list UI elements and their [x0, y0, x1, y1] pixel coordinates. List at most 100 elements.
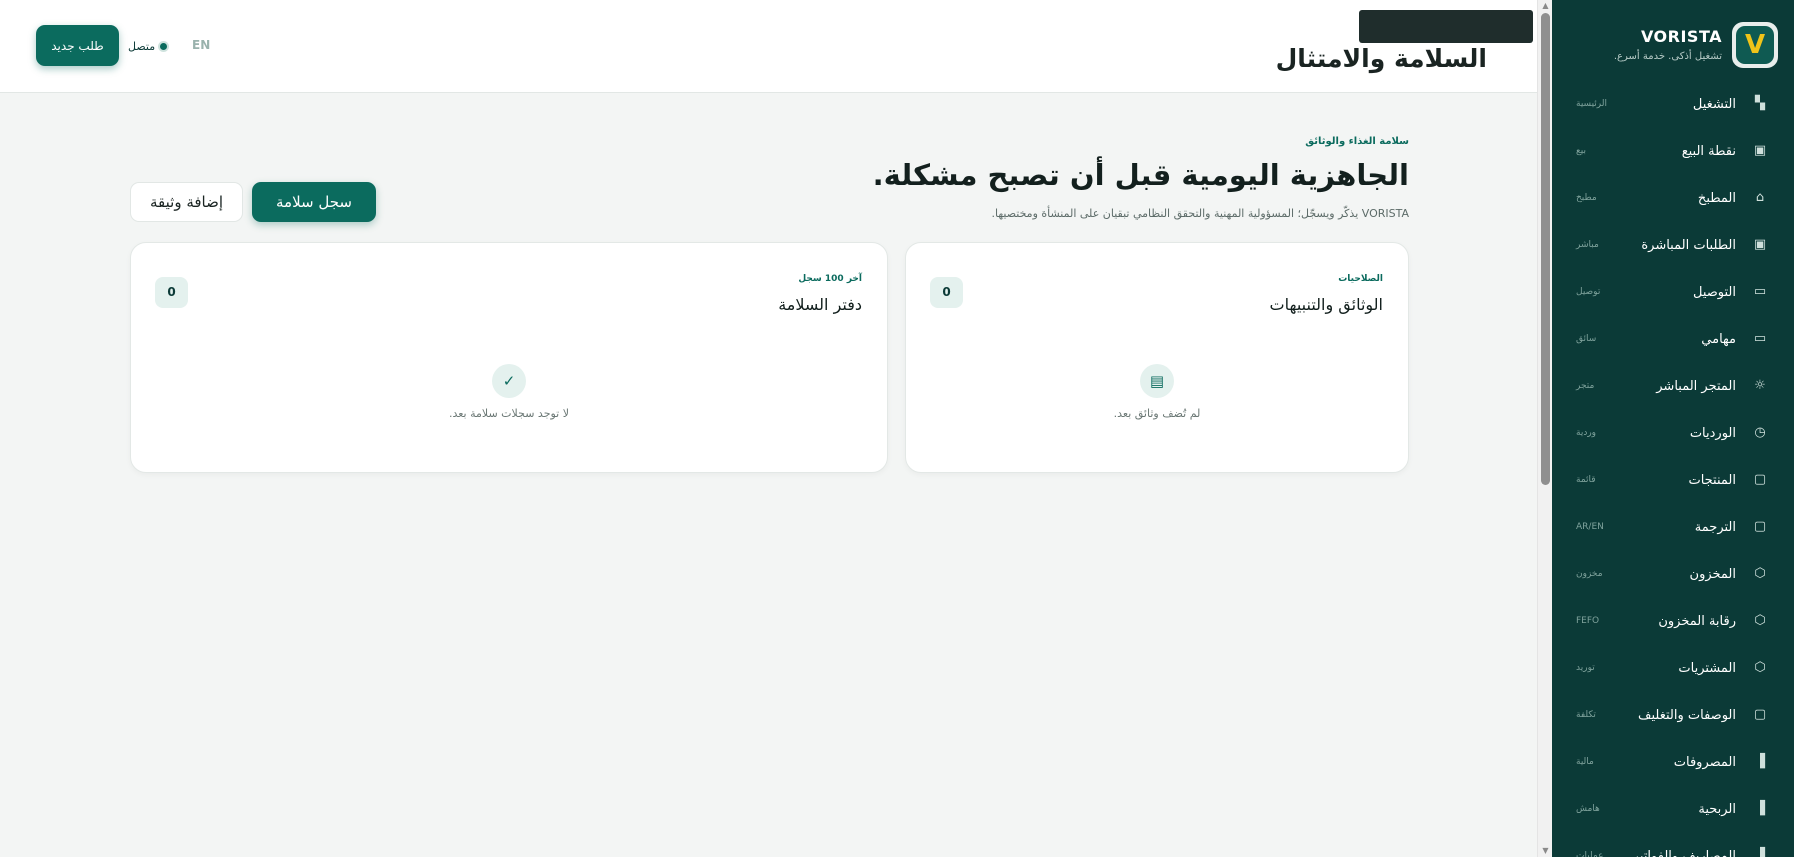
sidebar-item[interactable]: ▢ الوصفات والتغليف تكلفة	[1552, 693, 1794, 740]
sidebar-item-badge: مالية	[1576, 757, 1594, 767]
card-title: الوثائق والتنبيهات	[1269, 295, 1383, 314]
sidebar-item-label: المصروفات	[1673, 755, 1736, 770]
check-icon: ✓	[492, 364, 526, 398]
safety-log-card: آخر 100 سجل دفتر السلامة 0 ✓ لا توجد سجل…	[130, 242, 888, 473]
main-scrollbar[interactable]: ▲ ▼	[1537, 0, 1552, 857]
sidebar-item-badge: مخزون	[1576, 569, 1603, 579]
status-dot-icon	[160, 42, 168, 50]
tasks-icon: ▭	[1753, 331, 1767, 346]
sidebar-item[interactable]: ▣ نقطة البيع بيع	[1552, 129, 1794, 176]
search-input[interactable]	[1359, 10, 1533, 43]
sidebar-item-label: الربحية	[1698, 802, 1736, 817]
sidebar-item-badge: AR/EN	[1576, 522, 1604, 532]
kitchen-icon: ⌂	[1755, 190, 1765, 205]
sidebar-item[interactable]: ▚ التشغيل الرئيسية	[1552, 82, 1794, 129]
sidebar-item-badge: مطبخ	[1576, 193, 1597, 203]
add-document-button[interactable]: إضافة وثيقة	[130, 182, 243, 222]
top-header: السلامة والامتثال طلب جديد متصل EN	[0, 0, 1537, 93]
card-eyebrow: الصلاحيات	[1338, 274, 1383, 284]
store-icon: ☼	[1754, 378, 1766, 393]
section-eyebrow: سلامة الغذاء والوثائق	[1305, 136, 1409, 147]
scroll-down-icon[interactable]: ▼	[1538, 845, 1553, 857]
sidebar-item[interactable]: ⬡ المخزون مخزون	[1552, 552, 1794, 599]
count-badge: 0	[930, 277, 963, 308]
shifts-icon: ◷	[1754, 425, 1766, 440]
sidebar-item-label: المخزون	[1689, 567, 1736, 582]
brand-logo: V	[1732, 22, 1778, 68]
card-eyebrow: آخر 100 سجل	[798, 274, 862, 284]
inventory-icon: ⬡	[1754, 566, 1766, 581]
products-icon: ▢	[1753, 472, 1767, 487]
sidebar-item[interactable]: ⌂ المطبخ مطبخ	[1552, 176, 1794, 223]
sidebar-item[interactable]: ▐ المصاريف والفواتير عمليات	[1552, 834, 1794, 857]
brand-tagline: تشغيل أذكى. خدمة أسرع.	[1613, 51, 1722, 62]
sidebar-item-label: مهامي	[1701, 332, 1736, 347]
sidebar-item[interactable]: ▣ الطلبات المباشرة مباشر	[1552, 223, 1794, 270]
sidebar-item-label: نقطة البيع	[1681, 144, 1736, 159]
sidebar-item-badge: هامش	[1576, 804, 1600, 814]
sidebar-item[interactable]: ☼ المتجر المباشر متجر	[1552, 364, 1794, 411]
sidebar-item[interactable]: ▢ الترجمة AR/EN	[1552, 505, 1794, 552]
sidebar-item[interactable]: ▭ مهامي سائق	[1552, 317, 1794, 364]
sidebar: V VORISTA تشغيل أذكى. خدمة أسرع. ▚ التشغي…	[1552, 0, 1794, 857]
sidebar-item-badge: توريد	[1576, 663, 1595, 673]
page-title: السلامة والامتثال	[1275, 44, 1487, 73]
sidebar-item[interactable]: ◷ الورديات وردية	[1552, 411, 1794, 458]
bills-icon: ▐	[1755, 848, 1765, 857]
sidebar-item[interactable]: ▐ الربحية هامش	[1552, 787, 1794, 834]
translation-icon: ▢	[1753, 519, 1767, 534]
brand[interactable]: V VORISTA تشغيل أذكى. خدمة أسرع.	[1568, 20, 1778, 70]
brand-name: VORISTA	[1640, 27, 1722, 46]
live-orders-icon: ▣	[1753, 237, 1767, 252]
sidebar-item[interactable]: ▐ المصروفات مالية	[1552, 740, 1794, 787]
sidebar-item-badge: تكلفة	[1576, 710, 1596, 720]
sidebar-item-label: المصاريف والفواتير	[1632, 849, 1736, 857]
sidebar-item-label: المنتجات	[1688, 473, 1736, 488]
sidebar-item-badge: عمليات	[1576, 851, 1604, 857]
card-title: دفتر السلامة	[778, 295, 862, 314]
recipes-icon: ▢	[1753, 707, 1767, 722]
dashboard-icon: ▚	[1755, 96, 1765, 111]
status-label: متصل	[128, 39, 156, 53]
sidebar-item-label: المشتريات	[1678, 661, 1736, 676]
connection-status: متصل	[128, 39, 168, 53]
sidebar-item-badge: قائمة	[1576, 475, 1596, 485]
sidebar-item-badge: الرئيسية	[1576, 99, 1607, 109]
documents-card: الصلاحيات الوثائق والتنبيهات 0 ▤ لم تُضف…	[905, 242, 1409, 473]
sidebar-item-label: الورديات	[1689, 426, 1736, 441]
sidebar-item-label: الوصفات والتغليف	[1638, 708, 1736, 723]
empty-state-text: لم تُضف وثائق بعد.	[1113, 407, 1201, 420]
sidebar-item[interactable]: ⬡ المشتريات توريد	[1552, 646, 1794, 693]
sidebar-item-badge: مباشر	[1576, 240, 1599, 250]
sidebar-item-label: رقابة المخزون	[1658, 614, 1736, 629]
sidebar-item-label: الترجمة	[1694, 520, 1736, 535]
sidebar-item-label: المتجر المباشر	[1656, 379, 1736, 394]
sidebar-item-badge: سائق	[1576, 334, 1597, 344]
sidebar-nav: ▚ التشغيل الرئيسية ▣ نقطة البيع بيع ⌂ المطبخ مطب…	[1552, 82, 1794, 857]
sidebar-item[interactable]: ▢ المنتجات قائمة	[1552, 458, 1794, 505]
sidebar-item-badge: وردية	[1576, 428, 1597, 438]
sidebar-item-label: التشغيل	[1692, 97, 1736, 112]
empty-state-text: لا توجد سجلات سلامة بعد.	[448, 407, 570, 420]
sidebar-item[interactable]: ⬡ رقابة المخزون FEFO	[1552, 599, 1794, 646]
inventory-control-icon: ⬡	[1754, 613, 1766, 628]
sidebar-item-badge: FEFO	[1576, 616, 1600, 626]
sidebar-item-label: التوصيل	[1692, 285, 1736, 300]
delivery-icon: ▭	[1753, 284, 1767, 299]
logo-v-icon: V	[1736, 26, 1774, 64]
expenses-icon: ▐	[1755, 754, 1765, 769]
new-order-button[interactable]: طلب جديد	[36, 25, 119, 66]
sidebar-item-badge: متجر	[1576, 381, 1595, 391]
language-toggle[interactable]: EN	[192, 38, 210, 52]
scroll-thumb[interactable]	[1541, 13, 1550, 485]
document-icon: ▤	[1140, 364, 1174, 398]
pos-icon: ▣	[1753, 143, 1767, 158]
sidebar-item[interactable]: ▭ التوصيل توصيل	[1552, 270, 1794, 317]
hero-subtitle: VORISTA يذكّر ويسجّل؛ المسؤولية المهنية …	[991, 207, 1409, 220]
hero-title: الجاهزية اليومية قبل أن تصبح مشكلة.	[872, 158, 1409, 192]
safety-log-button[interactable]: سجل سلامة	[252, 182, 376, 222]
scroll-up-icon[interactable]: ▲	[1538, 0, 1553, 12]
profitability-icon: ▐	[1755, 801, 1765, 816]
count-badge: 0	[155, 277, 188, 308]
sidebar-item-badge: بيع	[1576, 146, 1587, 156]
